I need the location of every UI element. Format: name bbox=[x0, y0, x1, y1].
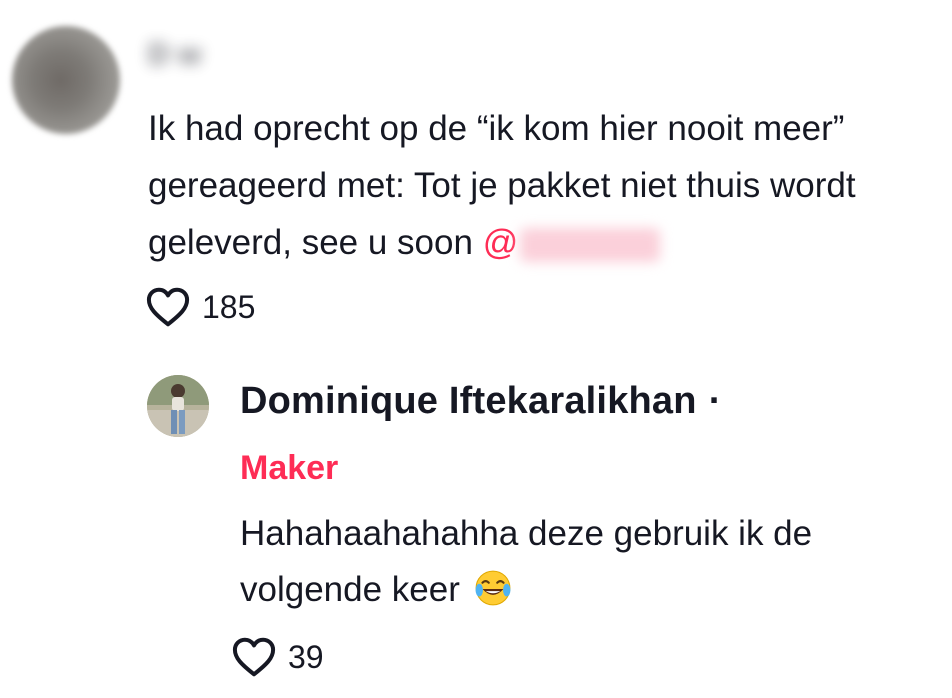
reply-text: Hahahaahahahha deze gebruik ik de volgen… bbox=[240, 506, 940, 618]
comment-text: Ik had oprecht op de “ik kom hier nooit … bbox=[148, 100, 938, 271]
creator-badge: Maker bbox=[240, 449, 339, 487]
reply-author-name[interactable]: Dominique Iftekaralikhan bbox=[240, 380, 697, 423]
mention-prefix: @ bbox=[482, 223, 519, 262]
name-separator: · bbox=[708, 380, 722, 422]
avatar-photo bbox=[147, 375, 209, 437]
reply-header: Dominique Iftekaralikhan · bbox=[240, 380, 721, 423]
comment-like-row: 185 bbox=[146, 287, 255, 327]
reply-author-avatar[interactable] bbox=[147, 375, 209, 437]
mention-link[interactable]: @ bbox=[483, 223, 661, 262]
face-with-tears-of-joy-icon bbox=[475, 570, 511, 606]
mention-username-redacted bbox=[520, 227, 661, 262]
reply-like-row: 39 bbox=[232, 637, 324, 677]
comment-like-count: 185 bbox=[202, 288, 256, 325]
reply-like-count: 39 bbox=[288, 638, 324, 675]
commenter-username[interactable]: D w bbox=[148, 38, 238, 74]
reply-body: Hahahaahahahha deze gebruik ik de volgen… bbox=[240, 514, 813, 609]
commenter-avatar[interactable] bbox=[12, 26, 120, 134]
heart-outline-icon[interactable] bbox=[232, 637, 276, 677]
heart-outline-icon[interactable] bbox=[146, 287, 190, 327]
